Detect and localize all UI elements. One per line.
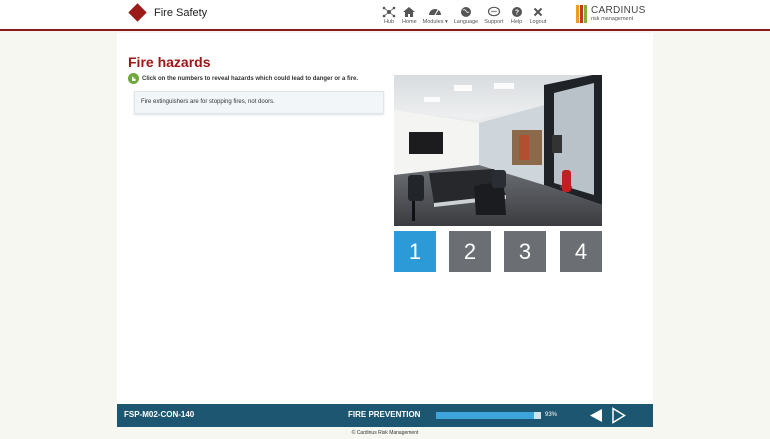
- brand: Fire Safety: [128, 3, 208, 22]
- nav-home[interactable]: Home: [402, 6, 417, 25]
- nav-support-label: Support: [484, 19, 504, 25]
- nav-hub[interactable]: Hub: [382, 6, 396, 25]
- top-bar: Fire Safety Hub Home Modules ▾ Language …: [0, 0, 770, 31]
- copyright: © Cardinus Risk Management: [0, 430, 770, 436]
- previous-arrow-icon[interactable]: [589, 408, 603, 423]
- nav-hub-label: Hub: [383, 19, 395, 25]
- progress-bar: [436, 412, 541, 419]
- hazard-button-2[interactable]: 2: [449, 231, 491, 272]
- instruction-text: Click on the numbers to reveal hazards w…: [142, 75, 359, 82]
- home-icon: [403, 7, 416, 17]
- course-footer: FSP-M02-CON-140 FIRE PREVENTION 93%: [117, 404, 653, 427]
- hazard-info-box: Fire extinguishers are for stopping fire…: [134, 91, 384, 114]
- next-arrow-icon[interactable]: [611, 407, 626, 424]
- hand-pointer-icon: [128, 73, 139, 84]
- page-title: Fire hazards: [128, 54, 211, 70]
- hub-icon: [382, 6, 396, 18]
- course-code: FSP-M02-CON-140: [124, 410, 195, 419]
- svg-text:?: ?: [514, 10, 518, 17]
- help-icon: ?: [511, 7, 522, 17]
- nav-home-label: Home: [402, 19, 417, 25]
- copyright-text: Cardinus Risk Management: [356, 430, 419, 436]
- nav-help[interactable]: ? Help: [510, 6, 524, 25]
- progress-percent: 93%: [545, 412, 558, 418]
- hazard-text: Fire extinguishers are for stopping fire…: [141, 99, 275, 105]
- nav-modules-label: Modules ▾: [422, 19, 448, 25]
- nav-language[interactable]: Language: [454, 6, 478, 25]
- nav-support[interactable]: Support: [484, 6, 504, 25]
- instruction: Click on the numbers to reveal hazards w…: [128, 73, 358, 84]
- main-nav: Hub Home Modules ▾ Language Support ? He…: [382, 6, 552, 25]
- logo-name: CARDINUS: [591, 4, 646, 16]
- nav-logout[interactable]: Logout: [529, 6, 547, 25]
- close-icon: [533, 7, 543, 17]
- dashboard-icon: [429, 9, 442, 16]
- app-title: Fire Safety: [154, 6, 208, 19]
- cardinus-logo: CARDINUS risk management: [576, 5, 646, 23]
- logo-subtitle: risk management: [591, 15, 634, 22]
- fire-safety-logo-icon: [128, 3, 147, 22]
- section-name: FIRE PREVENTION: [348, 410, 421, 419]
- chat-icon: [487, 6, 500, 17]
- logo-bars-icon: [576, 5, 588, 23]
- hazard-button-4[interactable]: 4: [560, 231, 602, 272]
- nav-language-label: Language: [453, 19, 479, 25]
- nav-help-label: Help: [510, 19, 523, 25]
- hazard-button-3[interactable]: 3: [504, 231, 546, 272]
- hazard-button-1[interactable]: 1: [394, 231, 436, 272]
- progress-fill: [436, 412, 534, 419]
- nav-logout-label: Logout: [529, 19, 547, 25]
- nav-modules[interactable]: Modules ▾: [423, 6, 448, 25]
- office-scene-image: [394, 75, 602, 226]
- globe-icon: [460, 7, 471, 17]
